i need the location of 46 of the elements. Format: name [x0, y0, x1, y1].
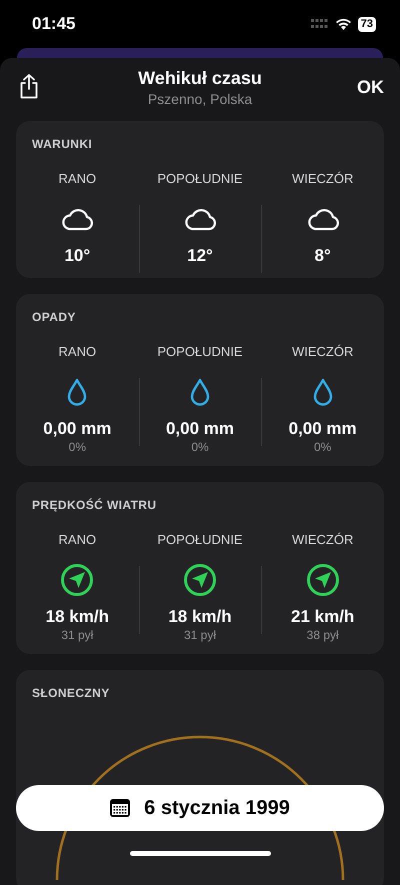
card-title: WARUNKI — [32, 137, 92, 151]
precipitation-amount: 0,00 mm — [288, 419, 357, 439]
wind-gust: 38 pył — [306, 628, 339, 642]
period-label: RANO — [58, 171, 96, 186]
period-label: POPOŁUDNIE — [157, 532, 243, 547]
battery-level: 73 — [358, 16, 376, 32]
temperature-value: 10° — [64, 246, 90, 266]
card-title: OPADY — [32, 310, 76, 324]
date-button[interactable]: 6 stycznia 1999 — [16, 785, 384, 831]
wifi-icon — [334, 18, 352, 30]
card-title: SŁONECZNY — [32, 686, 110, 700]
location-subtitle: Pszenno, Polska — [148, 91, 252, 107]
temperature-value: 8° — [314, 246, 331, 266]
precipitation-amount: 0,00 mm — [43, 419, 112, 439]
wind-gust: 31 pył — [61, 628, 94, 642]
water-drop-icon — [190, 378, 210, 406]
precipitation-chance: 0% — [191, 440, 209, 454]
period-label: WIECZÓR — [292, 344, 354, 359]
wind-speed: 18 km/h — [46, 607, 109, 627]
cloud-icon — [306, 207, 340, 231]
period-label: WIECZÓR — [292, 532, 354, 547]
cellular-signal-icon — [310, 19, 329, 29]
wind-speed: 21 km/h — [291, 607, 354, 627]
cloud-icon — [182, 207, 217, 231]
precipitation-amount: 0,00 mm — [166, 419, 234, 439]
wind-direction-icon — [182, 563, 217, 597]
calendar-icon — [110, 799, 130, 817]
wind-speed: 18 km/h — [168, 607, 232, 627]
period-label: WIECZÓR — [292, 171, 354, 186]
wind-direction-icon — [306, 563, 340, 597]
card-title: PRĘDKOŚĆ WIATRU — [32, 498, 156, 512]
precipitation-chance: 0% — [314, 440, 332, 454]
temperature-value: 12° — [187, 246, 213, 266]
status-time: 01:45 — [32, 14, 76, 34]
period-label: POPOŁUDNIE — [157, 171, 243, 186]
wind-gust: 31 pył — [184, 628, 216, 642]
water-drop-icon — [312, 378, 333, 406]
precipitation-chance: 0% — [68, 440, 86, 454]
title: Wehikuł czasu — [138, 68, 262, 89]
period-label: RANO — [58, 532, 96, 547]
water-drop-icon — [67, 378, 88, 406]
wind-direction-icon — [60, 563, 94, 597]
cloud-icon — [60, 207, 94, 231]
period-label: RANO — [58, 344, 96, 359]
period-label: POPOŁUDNIE — [157, 344, 243, 359]
ok-button[interactable]: OK — [357, 77, 384, 98]
